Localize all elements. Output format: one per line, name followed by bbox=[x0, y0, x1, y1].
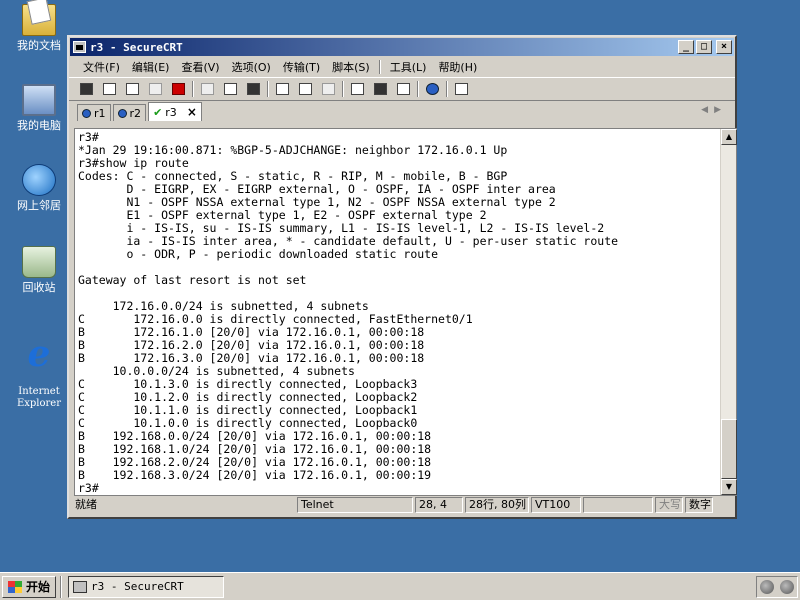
desktop-icon-label: 我的文档 bbox=[17, 39, 61, 52]
status-bar: 就绪 Telnet 28, 4 28行, 80列 VT100 大写 数字 bbox=[71, 495, 733, 515]
tray-speaker-icon[interactable] bbox=[760, 580, 774, 594]
desktop-icon-internet-explorer[interactable]: e Internet Explorer bbox=[4, 326, 74, 422]
desktop-icon-label: 网上邻居 bbox=[17, 199, 61, 212]
menu-separator bbox=[378, 60, 381, 74]
copy-icon[interactable] bbox=[198, 81, 216, 97]
status-num-lock: 数字 bbox=[685, 497, 713, 513]
desktop-icon-label: Internet Explorer bbox=[16, 386, 62, 409]
sftp-icon[interactable] bbox=[452, 81, 470, 97]
scroll-down-arrow-icon[interactable]: ▼ bbox=[721, 479, 737, 495]
print-setup-icon[interactable] bbox=[273, 81, 291, 97]
toolbar-separator bbox=[417, 81, 419, 97]
print-selection-icon[interactable] bbox=[296, 81, 314, 97]
desktop-icon-my-documents[interactable]: 我的文档 bbox=[4, 4, 74, 52]
status-terminal-size: 28行, 80列 bbox=[465, 497, 529, 513]
session-options-icon[interactable] bbox=[348, 81, 366, 97]
status-caps-lock: 大写 bbox=[655, 497, 683, 513]
terminal-line: Gateway of last resort is not set bbox=[78, 273, 307, 287]
tab-close-icon[interactable]: × bbox=[187, 105, 197, 119]
menu-transfer[interactable]: 传输(T) bbox=[277, 59, 326, 75]
menu-bar: 文件(F) 编辑(E) 查看(V) 选项(O) 传输(T) 脚本(S) 工具(L… bbox=[69, 57, 735, 77]
minimize-button[interactable]: _ bbox=[678, 40, 694, 54]
desktop-icon-recycle-bin[interactable]: 回收站 bbox=[4, 246, 74, 294]
tray-network-icon[interactable] bbox=[780, 580, 794, 594]
start-button[interactable]: 开始 bbox=[2, 575, 57, 598]
scroll-thumb[interactable] bbox=[721, 419, 737, 479]
taskbar-item-label: r3 - SecureCRT bbox=[91, 580, 184, 593]
taskbar-item-securecrt[interactable]: r3 - SecureCRT bbox=[68, 575, 225, 598]
toolbar bbox=[69, 77, 735, 101]
computer-icon bbox=[22, 84, 56, 116]
tab-r1[interactable]: r1 bbox=[77, 104, 111, 121]
menu-view[interactable]: 查看(V) bbox=[175, 59, 225, 75]
taskbar-separator bbox=[60, 575, 63, 598]
vertical-scrollbar[interactable]: ▲ ▼ bbox=[720, 129, 737, 495]
menu-tools[interactable]: 工具(L) bbox=[384, 59, 433, 75]
desktop-icon-my-computer[interactable]: 我的电脑 bbox=[4, 84, 74, 132]
keymap-icon[interactable] bbox=[394, 81, 412, 97]
maximize-button[interactable]: □ bbox=[696, 40, 712, 54]
window-title: r3 - SecureCRT bbox=[90, 40, 183, 54]
terminal-area[interactable]: r3# *Jan 29 19:16:00.871: %BGP-5-ADJCHANG… bbox=[74, 128, 737, 496]
taskbar: 开始 r3 - SecureCRT bbox=[0, 572, 800, 600]
connection-status-icon bbox=[117, 108, 127, 118]
menu-options[interactable]: 选项(O) bbox=[226, 59, 277, 75]
securecrt-window: r3 - SecureCRT _ □ × 文件(F) 编辑(E) 查看(V) 选… bbox=[67, 35, 737, 519]
disconnect-icon[interactable] bbox=[169, 81, 187, 97]
paste-icon[interactable] bbox=[221, 81, 239, 97]
toolbar-separator bbox=[267, 81, 269, 97]
connection-status-icon bbox=[82, 108, 91, 118]
terminal-line: B 192.168.3.0/24 [20/0] via 172.16.0.1, … bbox=[78, 468, 432, 482]
connect-icon[interactable] bbox=[77, 81, 95, 97]
terminal-line: o - ODR, P - periodic downloaded static … bbox=[78, 247, 439, 261]
find-icon[interactable] bbox=[244, 81, 262, 97]
terminal-output[interactable]: r3# *Jan 29 19:16:00.871: %BGP-5-ADJCHANG… bbox=[78, 131, 718, 493]
tab-r2[interactable]: r2 bbox=[112, 104, 147, 121]
internet-explorer-icon: e bbox=[27, 333, 51, 375]
help-icon[interactable] bbox=[423, 81, 441, 97]
menu-help[interactable]: 帮助(H) bbox=[432, 59, 483, 75]
status-blank bbox=[583, 497, 653, 513]
tab-label: r3 bbox=[165, 105, 177, 119]
tab-label: r2 bbox=[129, 106, 142, 120]
status-cursor-position: 28, 4 bbox=[415, 497, 463, 513]
desktop-icon-network[interactable]: 网上邻居 bbox=[4, 164, 74, 212]
status-protocol: Telnet bbox=[297, 497, 413, 513]
system-tray bbox=[756, 576, 798, 598]
toolbar-separator bbox=[342, 81, 344, 97]
menu-script[interactable]: 脚本(S) bbox=[326, 59, 376, 75]
tab-label: r1 bbox=[94, 106, 106, 120]
close-button[interactable]: × bbox=[716, 40, 732, 54]
menu-edit[interactable]: 编辑(E) bbox=[126, 59, 176, 75]
status-ready: 就绪 bbox=[75, 498, 97, 511]
tab-scroll-arrows[interactable]: ◀▶ bbox=[701, 105, 727, 115]
status-emulation: VT100 bbox=[531, 497, 581, 513]
check-icon: ✔ bbox=[153, 105, 163, 119]
global-options-icon[interactable] bbox=[371, 81, 389, 97]
print-icon[interactable] bbox=[319, 81, 337, 97]
reconnect-icon[interactable] bbox=[146, 81, 164, 97]
folder-icon bbox=[22, 4, 56, 36]
quick-connect-icon[interactable] bbox=[100, 81, 118, 97]
terminal-app-icon bbox=[73, 580, 88, 593]
menu-file[interactable]: 文件(F) bbox=[77, 59, 126, 75]
terminal-line: r3# bbox=[78, 481, 99, 494]
toolbar-separator bbox=[446, 81, 448, 97]
network-icon bbox=[22, 164, 56, 196]
windows-logo-icon bbox=[8, 580, 22, 593]
recycle-bin-icon bbox=[22, 246, 56, 278]
tab-r3[interactable]: ✔ r3 × bbox=[148, 102, 202, 121]
desktop-icon-label: 回收站 bbox=[22, 281, 56, 294]
connect-in-tab-icon[interactable] bbox=[123, 81, 141, 97]
toolbar-separator bbox=[192, 81, 194, 97]
session-tabs: r1 r2 ✔ r3 × ◀▶ bbox=[69, 101, 735, 121]
terminal-app-icon[interactable] bbox=[73, 41, 86, 53]
start-label: 开始 bbox=[26, 580, 51, 594]
title-bar[interactable]: r3 - SecureCRT _ □ × bbox=[70, 38, 734, 56]
scroll-up-arrow-icon[interactable]: ▲ bbox=[721, 129, 737, 145]
desktop-icon-label: 我的电脑 bbox=[17, 119, 61, 132]
